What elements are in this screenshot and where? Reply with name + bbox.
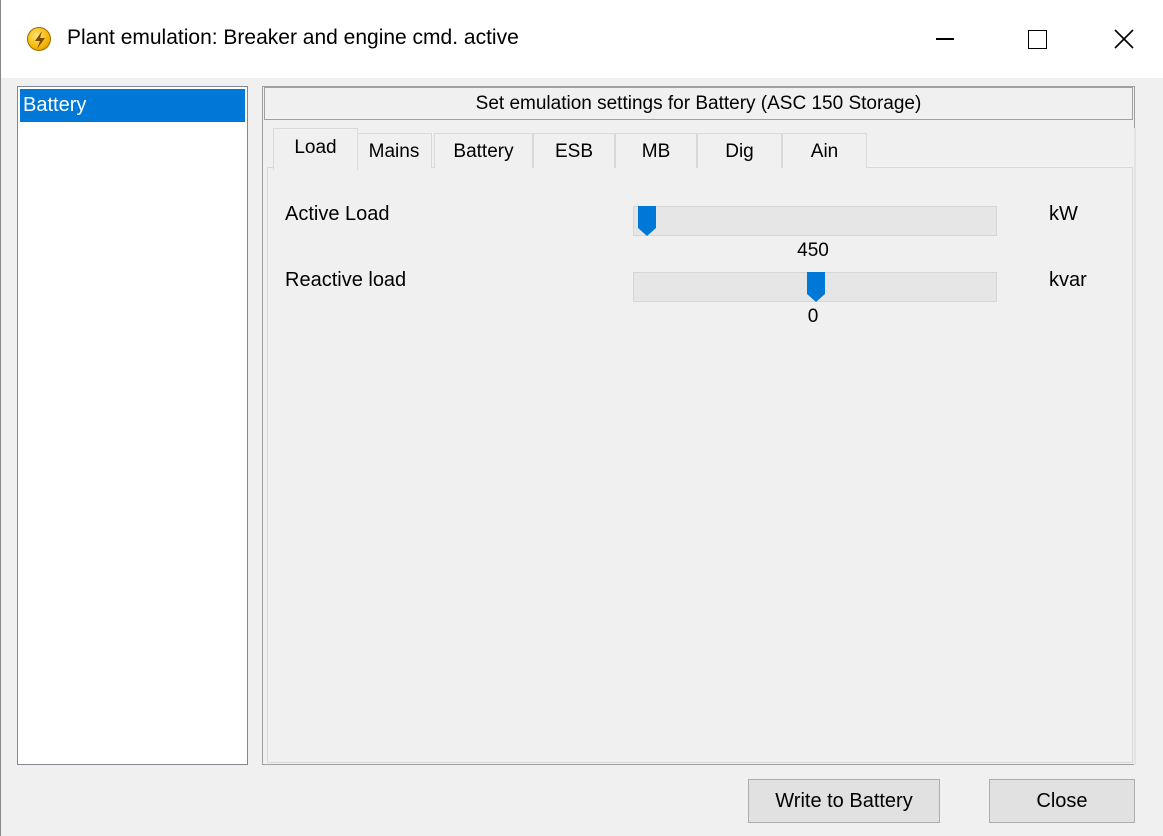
minimize-button[interactable] (899, 0, 991, 78)
write-to-battery-button[interactable]: Write to Battery (748, 779, 940, 823)
tab-strip: Load Mains Battery ESB MB Dig Ain (267, 128, 1133, 170)
active-load-label: Active Load (285, 203, 390, 225)
device-list[interactable]: Battery (17, 86, 248, 765)
panel-header: Set emulation settings for Battery (ASC … (264, 87, 1133, 120)
tab-label: Ain (810, 141, 839, 162)
tab-label: Dig (725, 141, 754, 162)
reactive-load-label: Reactive load (285, 269, 407, 291)
tab-load[interactable]: Load (273, 128, 358, 170)
maximize-icon (1027, 29, 1047, 49)
title-bar[interactable]: Plant emulation: Breaker and engine cmd.… (1, 0, 1163, 78)
tab-label: ESB (554, 141, 594, 162)
tab-ain[interactable]: Ain (782, 133, 867, 168)
active-load-value: 450 (797, 240, 829, 261)
active-load-slider[interactable] (633, 206, 997, 236)
window-title: Plant emulation: Breaker and engine cmd.… (67, 26, 519, 49)
tab-mains[interactable]: Mains (356, 133, 432, 168)
reactive-load-value: 0 (807, 306, 819, 327)
maximize-button[interactable] (991, 0, 1083, 78)
close-window-button[interactable] (1083, 0, 1163, 78)
tab-esb[interactable]: ESB (533, 133, 615, 168)
active-load-slider-thumb[interactable] (638, 206, 656, 236)
close-button[interactable]: Close (989, 779, 1135, 823)
tab-dig[interactable]: Dig (697, 133, 782, 168)
reactive-load-slider-thumb[interactable] (807, 272, 825, 302)
tab-label: Load (294, 137, 337, 158)
tab-content-load: Active Load 450 kW Reactive load 0 kvar (267, 167, 1133, 763)
list-item-battery[interactable]: Battery (20, 89, 245, 122)
minimize-icon (936, 38, 954, 40)
tab-label: MB (641, 141, 671, 162)
lightning-icon (27, 27, 51, 51)
reactive-load-unit: kvar (1049, 269, 1087, 291)
tab-mb[interactable]: MB (615, 133, 697, 168)
active-load-unit: kW (1049, 203, 1078, 225)
list-item-label: Battery (23, 94, 87, 116)
tab-label: Mains (368, 141, 420, 162)
panel-edge (1134, 128, 1136, 765)
close-icon (1113, 29, 1134, 49)
plant-emulation-window: Plant emulation: Breaker and engine cmd.… (0, 0, 1163, 836)
tab-label: Battery (453, 141, 514, 162)
tab-battery[interactable]: Battery (434, 133, 533, 168)
